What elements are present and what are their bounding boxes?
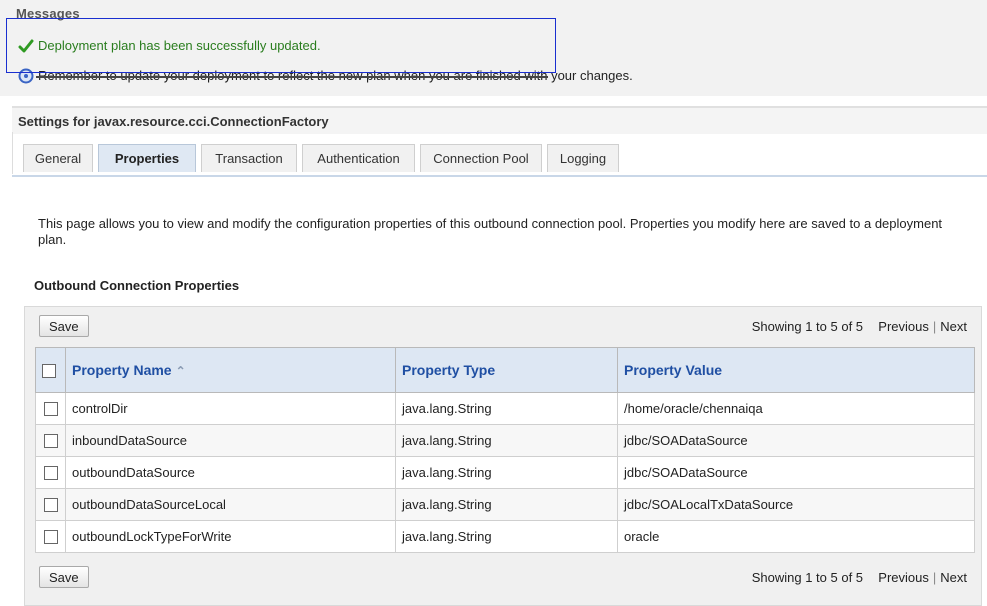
property-name-cell[interactable]: outboundDataSource (65, 456, 396, 489)
property-type-cell: java.lang.String (395, 424, 618, 457)
property-type-cell: java.lang.String (395, 456, 618, 489)
tab-transaction[interactable]: Transaction (201, 144, 297, 172)
property-value-cell: jdbc/SOADataSource (617, 456, 975, 489)
tab-bar-underline (12, 175, 987, 177)
row-checkbox[interactable] (43, 402, 58, 417)
pager-bottom: Showing 1 to 5 of 5 Previous | Next (751, 570, 967, 585)
table-row: outboundDataSourceLocal java.lang.String… (35, 488, 975, 521)
row-checkbox[interactable] (43, 498, 58, 513)
tab-connection-pool[interactable]: Connection Pool (420, 144, 542, 172)
table-row: outboundLockTypeForWrite java.lang.Strin… (35, 520, 975, 553)
property-type-cell: java.lang.String (395, 520, 618, 553)
page-description: This page allows you to view and modify … (38, 216, 943, 247)
settings-header: Settings for javax.resource.cci.Connecti… (12, 106, 987, 134)
tab-authentication[interactable]: Authentication (302, 144, 415, 172)
pager-showing: Showing 1 to 5 of 5 (751, 319, 864, 334)
property-value-cell: jdbc/SOADataSource (617, 424, 975, 457)
column-header-name-label: Property Name (72, 362, 172, 378)
table-row: inboundDataSource java.lang.String jdbc/… (35, 424, 975, 457)
pager-showing: Showing 1 to 5 of 5 (751, 570, 864, 585)
property-type-cell: java.lang.String (395, 488, 618, 521)
table-row: controlDir java.lang.String /home/oracle… (35, 392, 975, 425)
property-name-cell[interactable]: inboundDataSource (65, 424, 396, 457)
property-name-cell[interactable]: outboundLockTypeForWrite (65, 520, 396, 553)
sort-ascending-icon[interactable]: ⌃ (176, 364, 186, 378)
pager-previous-link[interactable]: Previous (878, 319, 929, 334)
column-header-name[interactable]: Property Name ⌃ (65, 347, 396, 393)
select-all-cell (35, 347, 66, 393)
select-all-checkbox[interactable] (42, 364, 56, 379)
tab-general[interactable]: General (23, 144, 93, 172)
row-checkbox[interactable] (43, 530, 58, 545)
pager-next-link[interactable]: Next (940, 570, 967, 585)
row-checkbox[interactable] (43, 434, 58, 449)
tab-properties[interactable]: Properties (98, 144, 196, 172)
tab-logging[interactable]: Logging (547, 144, 619, 172)
row-checkbox[interactable] (43, 466, 58, 481)
pager-next-link[interactable]: Next (940, 319, 967, 334)
column-header-type[interactable]: Property Type (395, 347, 618, 393)
property-value-cell: oracle (617, 520, 975, 553)
annotation-highlight-box (6, 18, 556, 73)
table-row: outboundDataSource java.lang.String jdbc… (35, 456, 975, 489)
property-name-cell[interactable]: controlDir (65, 392, 396, 425)
annotation-strike-line (36, 76, 548, 78)
property-value-cell: jdbc/SOALocalTxDataSource (617, 488, 975, 521)
save-button-bottom[interactable]: Save (39, 566, 89, 588)
settings-title: Settings for javax.resource.cci.Connecti… (18, 114, 329, 129)
property-type-cell: java.lang.String (395, 392, 618, 425)
outbound-section-title: Outbound Connection Properties (34, 278, 240, 293)
table-header-row: Property Name ⌃ Property Type Property Va… (35, 347, 975, 393)
property-name-cell[interactable]: outboundDataSourceLocal (65, 488, 396, 521)
pager-previous-link[interactable]: Previous (878, 570, 929, 585)
pager-top: Showing 1 to 5 of 5 Previous | Next (751, 319, 967, 334)
property-value-cell: /home/oracle/chennaiqa (617, 392, 975, 425)
outbound-properties-panel: Save Showing 1 to 5 of 5 Previous | Next P… (24, 306, 982, 606)
properties-table: Property Name ⌃ Property Type Property Va… (35, 347, 975, 553)
messages-panel: Messages Deployment plan has been succes… (0, 0, 987, 96)
tab-bar: General Properties Transaction Authentic… (12, 132, 987, 174)
save-button-top[interactable]: Save (39, 315, 89, 337)
column-header-value[interactable]: Property Value (617, 347, 975, 393)
